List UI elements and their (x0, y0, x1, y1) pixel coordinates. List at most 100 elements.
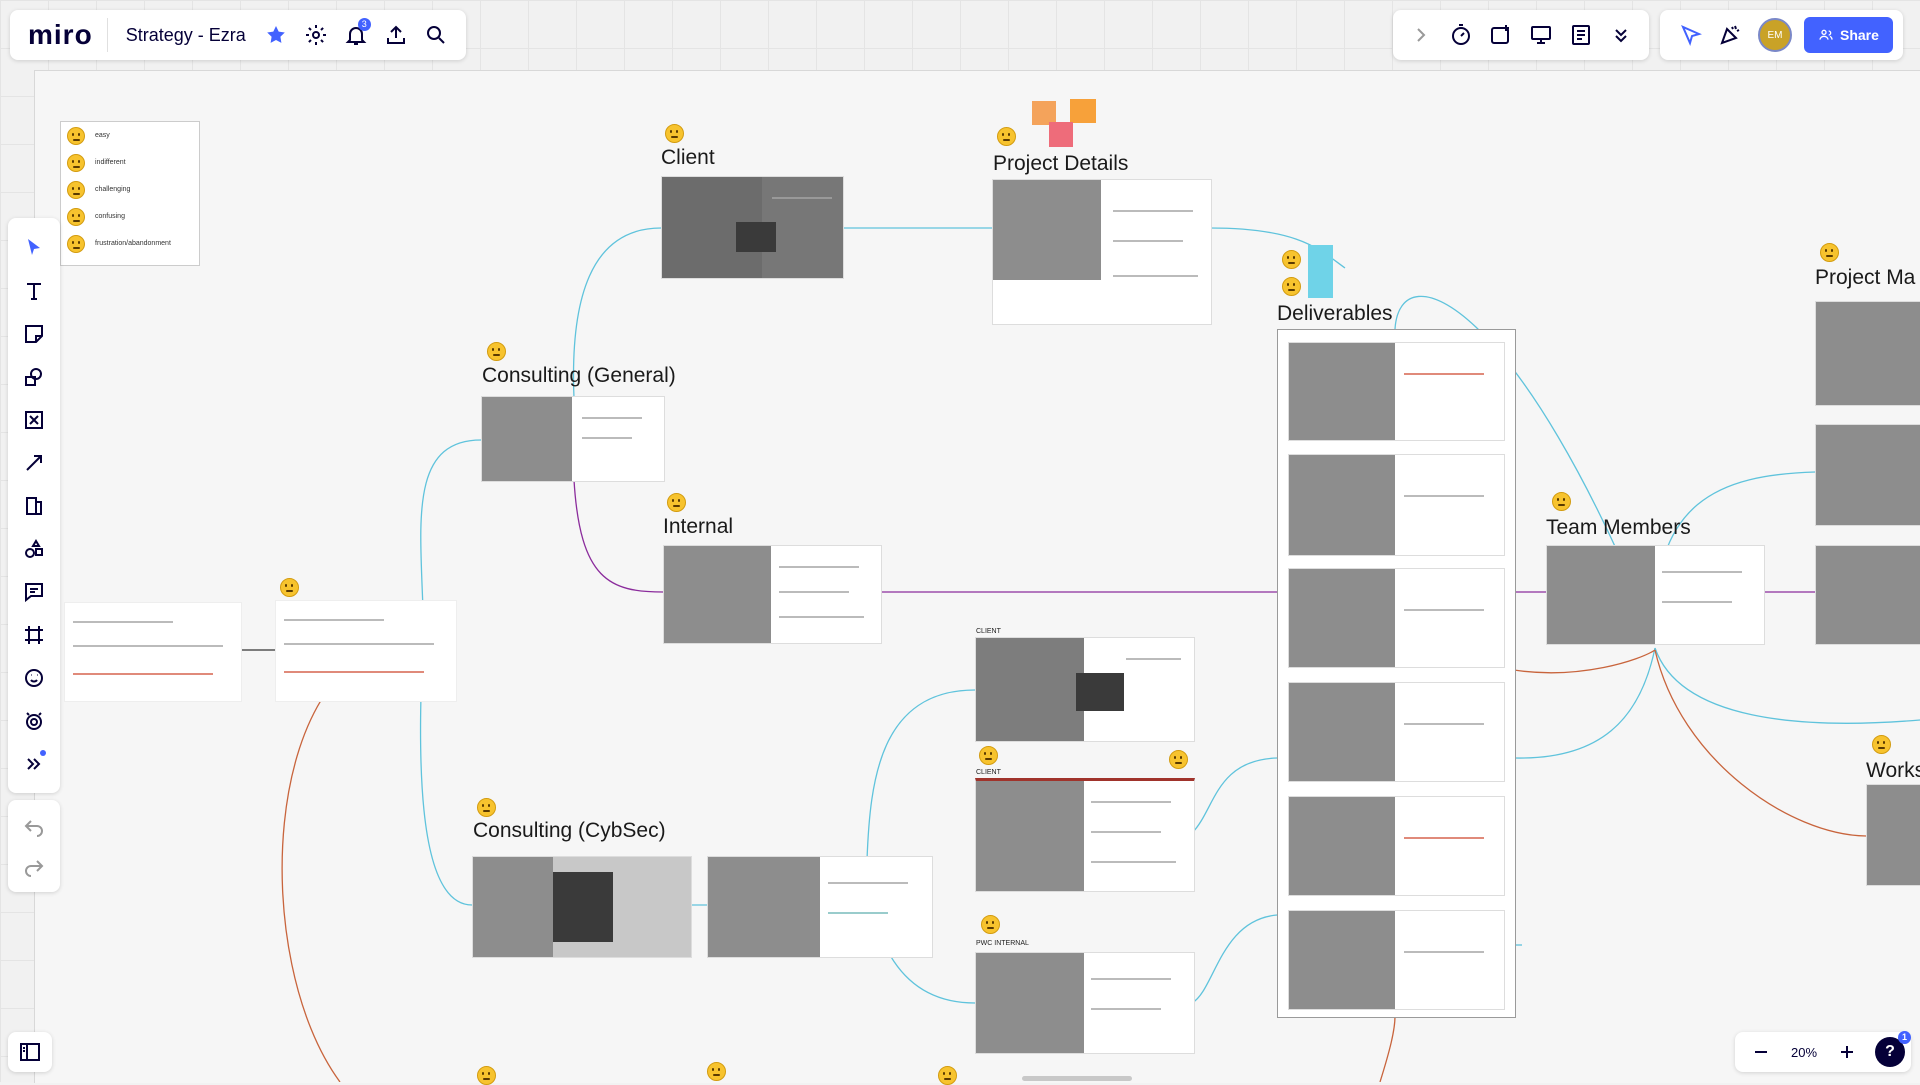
redo-icon[interactable] (14, 846, 54, 886)
board-title[interactable]: Strategy - Ezra (108, 25, 256, 46)
deliverables-frame[interactable] (1277, 329, 1516, 1018)
board-canvas[interactable] (0, 0, 1920, 1083)
screenshot-card[interactable] (1288, 910, 1505, 1010)
emoji-icon[interactable] (14, 656, 54, 699)
screenshot-card[interactable] (975, 637, 1195, 742)
grimace-emoji-icon (938, 1066, 957, 1085)
smile-emoji-icon (280, 578, 299, 597)
sidebar-panel-icon (20, 1043, 40, 1061)
screenshot-card[interactable] (1288, 682, 1505, 782)
screenshot-card[interactable] (275, 600, 457, 702)
sticky-note-icon[interactable] (14, 312, 54, 355)
legend-item: challenging (61, 176, 199, 203)
grimace-emoji-icon (665, 124, 684, 143)
smile-emoji-icon (1872, 735, 1891, 754)
help-icon: ? (1885, 1043, 1895, 1060)
frame-cross-icon[interactable] (14, 398, 54, 441)
screenshot-card[interactable] (661, 176, 844, 279)
zoom-out-icon[interactable] (1741, 1032, 1781, 1072)
frame-title-consulting-cybsec[interactable]: Consulting (CybSec) (473, 819, 666, 843)
screenshot-card[interactable] (1815, 424, 1920, 526)
frame-title-team-members[interactable]: Team Members (1546, 516, 1691, 540)
chevron-double-down-icon[interactable] (1601, 15, 1641, 55)
screenshot-card[interactable] (64, 602, 242, 702)
connector-line-icon[interactable] (14, 441, 54, 484)
screenshot-card[interactable] (1288, 342, 1505, 441)
undo-icon[interactable] (14, 806, 54, 846)
sticky-note[interactable] (1049, 122, 1073, 147)
frames-sidebar-toggle[interactable] (8, 1032, 52, 1072)
legend-item: frustration/abandonment (61, 230, 199, 257)
upload-icon[interactable] (376, 15, 416, 55)
board-header: miro Strategy - Ezra 3 (10, 10, 466, 60)
shapes-icon[interactable] (14, 355, 54, 398)
frame-title-deliverables[interactable]: Deliverables (1277, 302, 1393, 326)
search-icon[interactable] (416, 15, 456, 55)
neutral-emoji-icon (707, 1062, 726, 1081)
screenshot-card[interactable] (472, 856, 692, 958)
help-button[interactable]: ? 1 (1875, 1031, 1912, 1067)
celebrate-icon[interactable] (1710, 15, 1750, 55)
confused-emoji-icon (67, 207, 85, 226)
notification-badge: 3 (357, 18, 371, 31)
screenshot-card[interactable] (1866, 784, 1920, 886)
frustrated-emoji-icon (67, 234, 85, 253)
screenshot-card[interactable] (1815, 301, 1920, 406)
frame-icon[interactable] (14, 613, 54, 656)
share-button[interactable]: Share (1804, 17, 1893, 53)
frame-title-client[interactable]: Client (661, 146, 715, 170)
smile-emoji-icon (67, 126, 85, 145)
sticky-note[interactable] (1070, 99, 1096, 123)
comment-icon[interactable] (14, 570, 54, 613)
select-cursor-icon[interactable] (14, 226, 54, 269)
apps-icon[interactable] (14, 699, 54, 742)
frame-title-internal[interactable]: Internal (663, 515, 733, 539)
screenshot-card[interactable] (1288, 796, 1505, 896)
screenshot-card[interactable] (707, 856, 933, 958)
neutral-emoji-icon (477, 1066, 496, 1085)
board-add-icon[interactable] (1481, 15, 1521, 55)
frame-title-project-details[interactable]: Project Details (993, 152, 1128, 176)
zoom-level[interactable]: 20% (1781, 1045, 1827, 1060)
screenshot-card[interactable] (992, 179, 1212, 325)
cursor-flag-icon[interactable] (1670, 15, 1710, 55)
collaboration-toolbar (1393, 10, 1649, 60)
bell-icon[interactable]: 3 (336, 15, 376, 55)
templates-icon[interactable] (14, 527, 54, 570)
frustrated-emoji-icon (979, 746, 998, 765)
screenshot-card[interactable] (1288, 454, 1505, 556)
notes-icon[interactable] (1561, 15, 1601, 55)
screenshot-card[interactable] (663, 545, 882, 644)
label-client-1: CLIENT (976, 628, 1001, 635)
smile-emoji-icon (667, 493, 686, 512)
timer-icon[interactable] (1441, 15, 1481, 55)
neutral-emoji-icon (67, 153, 85, 172)
zoom-in-icon[interactable] (1827, 1032, 1867, 1072)
screenshot-card[interactable] (975, 778, 1195, 892)
screenshot-card[interactable] (975, 952, 1195, 1054)
legend-card[interactable]: easy indifferent challenging confusing f… (60, 121, 200, 266)
sticky-note[interactable] (1308, 245, 1333, 298)
left-toolbar (8, 218, 60, 793)
share-toolbar: EM Share (1660, 10, 1903, 60)
text-tool-icon[interactable] (14, 269, 54, 312)
frame-title-works[interactable]: Works (1866, 759, 1920, 783)
screenshot-card[interactable] (1546, 545, 1765, 645)
screenshot-card[interactable] (1288, 568, 1505, 668)
screenshot-card[interactable] (1815, 545, 1920, 645)
frame-title-consulting-general[interactable]: Consulting (General) (482, 364, 676, 388)
chevron-right-icon[interactable] (1401, 15, 1441, 55)
grimace-emoji-icon (67, 180, 85, 199)
pen-icon[interactable] (14, 484, 54, 527)
more-tools-icon[interactable] (14, 742, 54, 785)
star-icon[interactable] (256, 15, 296, 55)
presentation-icon[interactable] (1521, 15, 1561, 55)
user-avatar[interactable]: EM (1758, 18, 1792, 52)
miro-logo[interactable]: miro (20, 18, 108, 52)
gear-icon[interactable] (296, 15, 336, 55)
frame-title-project-ma[interactable]: Project Ma (1815, 266, 1915, 290)
new-indicator-dot (40, 750, 46, 756)
horizontal-scrollbar[interactable] (1022, 1076, 1132, 1081)
legend-item: easy (61, 122, 199, 149)
screenshot-card[interactable] (481, 396, 665, 482)
